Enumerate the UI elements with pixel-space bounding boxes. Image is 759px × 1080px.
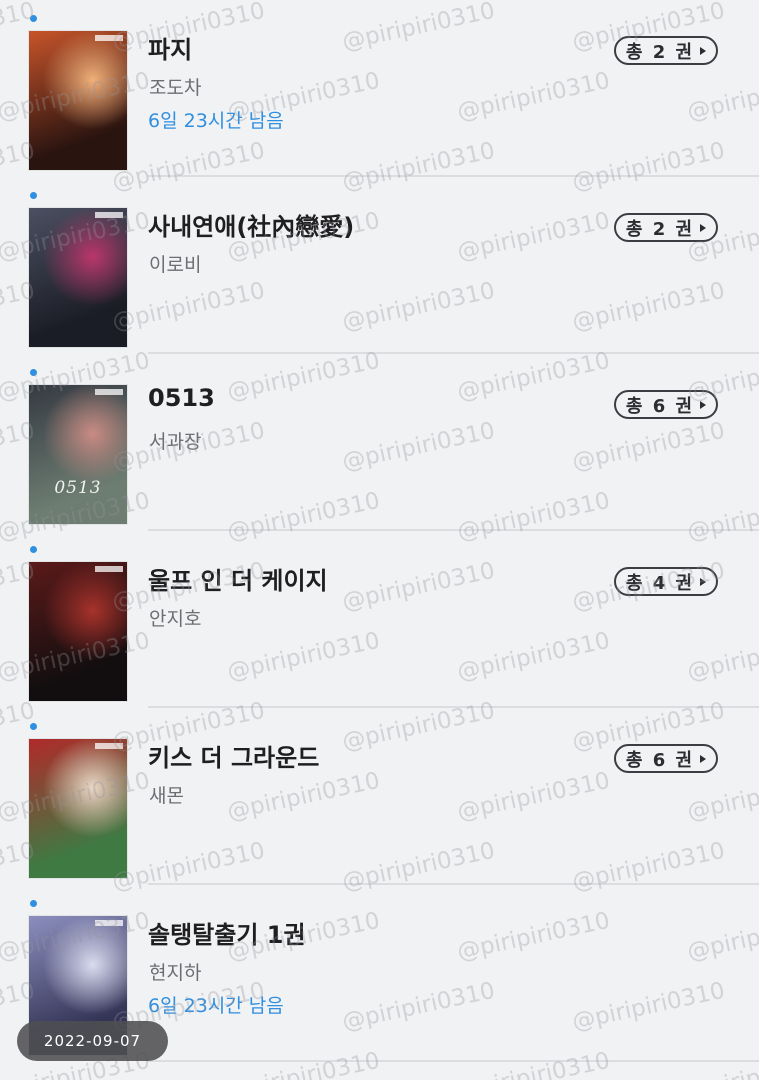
book-row[interactable]: 파지 조도차 6일 23시간 남음 총 2 권 [0,0,759,177]
new-indicator [30,723,37,730]
book-cover[interactable] [29,208,127,347]
volume-count-label: 총 2 권 [625,41,695,63]
new-indicator [30,900,37,907]
book-title[interactable]: 키스 더 그라운드 [148,738,319,773]
book-row[interactable]: 키스 더 그라운드 새몬 총 6 권 [0,708,759,885]
book-title[interactable]: 솔탱탈출기 1권 [148,915,306,950]
book-row[interactable]: 울프 인 더 케이지 안지호 총 4 권 [0,531,759,708]
chevron-right-icon [700,223,707,232]
book-author: 안지호 [149,608,202,630]
volume-count-label: 총 2 권 [625,218,695,240]
book-cover[interactable] [29,562,127,701]
volume-count-label: 총 6 권 [625,749,695,771]
chevron-right-icon [700,577,707,586]
book-list: 파지 조도차 6일 23시간 남음 총 2 권 사내연애(社內戀愛) 이로비 총… [0,0,759,1080]
cover-badge [95,35,123,41]
cover-title-art: 0513 [54,478,102,498]
book-cover[interactable] [29,739,127,878]
volume-count-button[interactable]: 총 6 권 [614,744,718,773]
book-cover[interactable] [29,31,127,170]
volume-count-label: 총 4 권 [625,572,695,594]
cover-badge [95,566,123,572]
book-cover[interactable]: 0513 [29,385,127,524]
volume-count-button[interactable]: 총 4 권 [614,567,718,596]
book-author: 현지하 [149,962,202,984]
volume-count-button[interactable]: 총 6 권 [614,390,718,419]
book-title[interactable]: 파지 [148,30,192,65]
book-author: 조도차 [149,77,202,99]
new-indicator [30,15,37,22]
volume-count-button[interactable]: 총 2 권 [614,36,718,65]
volume-count-button[interactable]: 총 2 권 [614,213,718,242]
book-title[interactable]: 0513 [148,384,215,412]
book-title[interactable]: 울프 인 더 케이지 [148,561,328,596]
chevron-right-icon [700,46,707,55]
book-author: 새몬 [149,785,184,807]
cover-badge [95,212,123,218]
new-indicator [30,192,37,199]
cover-badge [95,389,123,395]
book-author: 서과장 [149,431,202,453]
chevron-right-icon [700,754,707,763]
date-badge: 2022-09-07 [17,1021,168,1061]
volume-count-label: 총 6 권 [625,395,695,417]
book-row[interactable]: 사내연애(社內戀愛) 이로비 총 2 권 [0,177,759,354]
chevron-right-icon [700,400,707,409]
rental-remaining: 6일 23시간 남음 [148,110,284,132]
cover-badge [95,920,123,926]
book-row[interactable]: 0513 0513 서과장 총 6 권 [0,354,759,531]
row-divider [148,1060,759,1062]
book-title[interactable]: 사내연애(社內戀愛) [148,207,354,242]
new-indicator [30,369,37,376]
cover-badge [95,743,123,749]
book-author: 이로비 [149,254,202,276]
new-indicator [30,546,37,553]
rental-remaining: 6일 23시간 남음 [148,995,284,1017]
